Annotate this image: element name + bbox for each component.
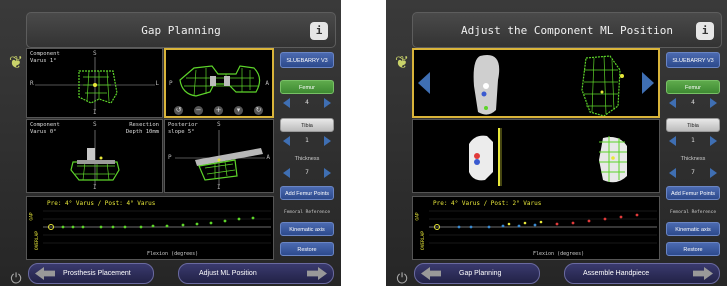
arrow-left-icon	[421, 267, 441, 280]
femur-size-stepper[interactable]: 4	[280, 96, 334, 110]
rotate-left-icon[interactable]: ↺	[174, 106, 183, 115]
arrow-right-icon	[307, 267, 327, 280]
decrease-icon[interactable]	[283, 98, 290, 108]
tibia-size-stepper[interactable]: 1	[666, 134, 720, 148]
tibia-size-stepper[interactable]: 1	[280, 134, 334, 148]
ml-top-view[interactable]	[412, 48, 660, 118]
axial-femur-view[interactable]: P A ↺ − + ▾ ↻	[164, 48, 274, 118]
decrease-icon[interactable]	[669, 168, 676, 178]
femoral-reference-label: Femoral Reference	[669, 210, 717, 215]
coronal-tibia-view[interactable]: Component Varus 0° S Resection Depth 10m…	[26, 119, 163, 193]
kinematic-axis-button[interactable]: Kinematic axis	[280, 222, 334, 236]
increase-icon[interactable]	[324, 136, 331, 146]
tibia-button[interactable]: Tibia	[666, 118, 720, 132]
implant-selector-button[interactable]: SLUEBARRY V3	[666, 52, 720, 68]
arrow-left-icon	[35, 267, 55, 280]
power-icon[interactable]: ⏻	[5, 268, 27, 286]
fruit-logo-icon: ❦	[394, 53, 410, 73]
info-button[interactable]: i	[310, 22, 328, 40]
femur-size-stepper[interactable]: 4	[666, 96, 720, 110]
decrease-icon[interactable]	[283, 168, 290, 178]
restore-button[interactable]: Restore	[666, 242, 720, 256]
increase-icon[interactable]	[324, 168, 331, 178]
femoral-reference-label: Femoral Reference	[283, 210, 331, 215]
gap-chart: Pre: 4° Varus / Post: 2° Varus GAP OVERL…	[412, 196, 660, 260]
zoom-in-icon[interactable]: +	[214, 106, 223, 115]
page-title: Adjust the Component ML Position i	[412, 12, 722, 48]
add-femur-points-button[interactable]: Add Femur Points	[280, 186, 334, 200]
increase-icon[interactable]	[324, 98, 331, 108]
increase-icon[interactable]	[710, 136, 717, 146]
adjust-ml-position-nav-button[interactable]: Adjust ML Position	[178, 263, 334, 284]
thickness-label: Thickness	[680, 156, 706, 162]
thickness-stepper[interactable]: 7	[666, 166, 720, 180]
tibia-sagittal-model	[175, 130, 265, 186]
gap-planning-nav-button[interactable]: Gap Planning	[414, 263, 540, 284]
info-button[interactable]: i	[696, 22, 714, 40]
kinematic-axis-button[interactable]: Kinematic axis	[666, 222, 720, 236]
thickness-label: Thickness	[294, 156, 320, 162]
coronal-femur-view[interactable]: Component Varus 1° S R L I	[26, 48, 163, 118]
gap-points	[43, 210, 271, 244]
increase-icon[interactable]	[710, 98, 717, 108]
decrease-icon[interactable]	[283, 136, 290, 146]
prosthesis-placement-nav-button[interactable]: Prosthesis Placement	[28, 263, 154, 284]
rotate-right-icon[interactable]: ↻	[254, 106, 263, 115]
gap-chart: Pre: 4° Varus / Post: 4° Varus GAP OVERL…	[26, 196, 274, 260]
ml-bottom-model	[469, 128, 627, 186]
femur-model	[35, 57, 155, 111]
sagittal-tibia-view[interactable]: Posterior slope 5° S P A I	[164, 119, 274, 193]
gap-planning-screen: ❦ ⏻ Gap Planning i Component Varus 1° S …	[0, 0, 341, 286]
adjust-ml-position-screen: ❦ ⏻ Adjust the Component ML Position i S…	[386, 0, 727, 286]
arrow-right-icon	[693, 267, 713, 280]
decrease-icon[interactable]	[669, 98, 676, 108]
add-femur-points-button[interactable]: Add Femur Points	[666, 186, 720, 200]
ml-top-model	[473, 55, 624, 116]
ml-bottom-view[interactable]	[412, 119, 660, 193]
femur-button[interactable]: Femur	[666, 80, 720, 94]
restore-button[interactable]: Restore	[280, 242, 334, 256]
move-down-icon[interactable]: ▾	[234, 106, 243, 115]
page-title: Gap Planning i	[26, 12, 336, 48]
decrease-icon[interactable]	[669, 136, 676, 146]
assemble-handpiece-nav-button[interactable]: Assemble Handpiece	[564, 263, 720, 284]
fruit-logo-icon: ❦	[8, 53, 24, 73]
implant-selector-button[interactable]: SLUEBARRY V3	[280, 52, 334, 68]
femur-button[interactable]: Femur	[280, 80, 334, 94]
tibia-model	[70, 130, 120, 186]
tibia-button[interactable]: Tibia	[280, 118, 334, 132]
power-icon[interactable]: ⏻	[391, 268, 413, 286]
zoom-out-icon[interactable]: −	[194, 106, 203, 115]
thickness-stepper[interactable]: 7	[280, 166, 334, 180]
increase-icon[interactable]	[710, 168, 717, 178]
gap-points	[429, 210, 657, 244]
